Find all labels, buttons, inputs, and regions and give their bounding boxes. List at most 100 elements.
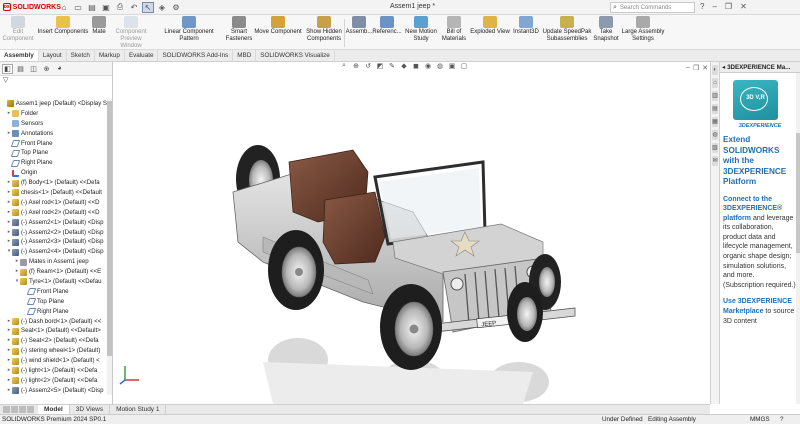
tree-node[interactable]: ▸ (-) Assem2<5> (Default) <Disp: [0, 386, 107, 395]
first-tab-icon[interactable]: [3, 406, 10, 413]
tree-node[interactable]: Top Plane: [0, 148, 107, 158]
display-manager-tab-icon[interactable]: ◕: [54, 64, 65, 74]
minimize-icon[interactable]: –: [712, 2, 716, 11]
tree-node[interactable]: ▸ (-) Dash bord<1> (Default) <<: [0, 317, 107, 327]
tree-node[interactable]: Front Plane: [0, 287, 107, 297]
dimxpert-tab-icon[interactable]: ⊕: [41, 64, 52, 74]
tree-node[interactable]: ▸ (-) Axel rod<1> (Default) <<D: [0, 198, 107, 208]
rebuild-icon[interactable]: ◈: [156, 2, 168, 13]
tree-node[interactable]: Right Plane: [0, 307, 107, 317]
tree-node[interactable]: ▸ (-) light<1> (Default) <<Defa: [0, 366, 107, 376]
tree-node[interactable]: Origin: [0, 168, 107, 178]
tree-node[interactable]: ▸ Annotations: [0, 129, 107, 139]
property-manager-tab-icon[interactable]: ▤: [15, 64, 26, 74]
tab-mbd[interactable]: MBD: [233, 50, 257, 61]
task-pane-scrollbar[interactable]: [796, 73, 800, 404]
edit-component-button[interactable]: Edit Component: [2, 16, 34, 43]
smart-fasteners-button[interactable]: Smart Fasteners: [226, 16, 252, 43]
tree-node[interactable]: ▾ Tyre<1> (Default) <<Defau: [0, 277, 107, 287]
solidworks-forum-tab-icon[interactable]: ✉: [712, 156, 718, 166]
linear-pattern-button[interactable]: Linear Component Pattern: [154, 16, 224, 43]
new-document-icon[interactable]: ▭: [72, 2, 84, 13]
tree-scrollbar[interactable]: [107, 99, 112, 395]
filter-icon[interactable]: ▽: [0, 76, 112, 87]
tree-node[interactable]: Sensors: [0, 119, 107, 129]
select-icon[interactable]: ↖: [142, 1, 154, 13]
prev-tab-icon[interactable]: [11, 406, 18, 413]
tree-node[interactable]: ▸ (-) Assem2<3> (Default) <Disp: [0, 237, 107, 247]
tab-model[interactable]: Model: [38, 404, 70, 415]
tab-3d-views[interactable]: 3D Views: [70, 404, 111, 415]
view-palette-tab-icon[interactable]: ▦: [712, 117, 718, 127]
tree-node[interactable]: Right Plane: [0, 158, 107, 168]
tab-layout[interactable]: Layout: [39, 50, 67, 61]
tree-node[interactable]: ▸ (-) Axel rod<2> (Default) <<D: [0, 208, 107, 218]
tab-motion-study-1[interactable]: Motion Study 1: [110, 404, 167, 415]
save-icon[interactable]: ▣: [100, 2, 112, 13]
undo-icon[interactable]: ↶: [128, 2, 140, 13]
3dexperience-tab-icon[interactable]: ◐: [712, 65, 718, 75]
tab-solidworks-visualize[interactable]: SOLIDWORKS Visualize: [256, 50, 335, 61]
open-icon[interactable]: ▤: [86, 2, 98, 13]
tree-node[interactable]: Assem1 jeep (Default) <Display S: [0, 99, 107, 109]
graphics-area[interactable]: ⌕ ⊕ ↺ ◩ ✎ ◆ ◼ ◉ ◍ ▣ ▢ – ❐ ✕ JEEP: [113, 62, 710, 404]
tree-node[interactable]: ▸ Mates in Assem1 jeep: [0, 257, 107, 267]
tree-node[interactable]: ▸ chesis<1> (Default) <<Default: [0, 188, 107, 198]
next-tab-icon[interactable]: [19, 406, 26, 413]
tree-node[interactable]: Front Plane: [0, 139, 107, 149]
solidworks-resources-tab-icon[interactable]: ⌂: [712, 78, 718, 88]
tree-node[interactable]: Top Plane: [0, 297, 107, 307]
feature-manager-tab-icon[interactable]: ◧: [2, 63, 13, 74]
status-help-icon[interactable]: ?: [780, 415, 784, 424]
instant3d-button[interactable]: Instant3D: [512, 16, 540, 36]
search-commands-input[interactable]: ⌕ Search Commands: [610, 2, 695, 13]
tree-node[interactable]: ▸ Folder: [0, 109, 107, 119]
insert-components-button[interactable]: Insert Components: [37, 16, 89, 36]
take-snapshot-button[interactable]: Take Snapshot: [593, 16, 619, 43]
reference-geometry-button[interactable]: Referenc...: [372, 16, 402, 36]
tab-solidworks-addins[interactable]: SOLIDWORKS Add-Ins: [158, 50, 234, 61]
show-hidden-components-button[interactable]: Show Hidden Components: [305, 16, 343, 43]
close-icon[interactable]: ✕: [740, 2, 747, 11]
component-preview-button[interactable]: Component Preview Window: [109, 16, 153, 50]
tree-node[interactable]: ▸ (-) light<2> (Default) <<Defa: [0, 376, 107, 386]
appearances-tab-icon[interactable]: ◍: [712, 130, 718, 140]
new-motion-study-button[interactable]: New Motion Study: [404, 16, 438, 43]
file-explorer-tab-icon[interactable]: ▤: [712, 104, 718, 114]
tab-markup[interactable]: Markup: [95, 50, 125, 61]
home-icon[interactable]: ⌂: [58, 2, 70, 13]
tree-node[interactable]: ▸ (-) stering wheel<1> (Default): [0, 346, 107, 356]
options-icon[interactable]: ⚙: [170, 2, 182, 13]
jeep-3d-model[interactable]: JEEP: [113, 62, 710, 404]
help-icon[interactable]: ?: [700, 2, 704, 11]
tree-node[interactable]: ▸ (f) Body<1> (Default) <<Defa: [0, 178, 107, 188]
tree-node[interactable]: ▾ (-) Assem2<4> (Default) <Disp: [0, 247, 107, 257]
update-speedpak-button[interactable]: Update SpeedPak Subassemblies: [542, 16, 592, 43]
move-component-button[interactable]: Move Component: [254, 16, 302, 36]
tree-node[interactable]: ▸ (f) Ream<1> (Default) <<E: [0, 267, 107, 277]
mate-button[interactable]: Mate: [90, 16, 108, 36]
tab-evaluate[interactable]: Evaluate: [125, 50, 159, 61]
solidworks-logo[interactable]: ᴅs SOLIDWORKS: [0, 3, 61, 11]
tab-assembly[interactable]: Assembly: [0, 50, 39, 61]
assembly-features-button[interactable]: Assemb...: [346, 16, 372, 36]
print-icon[interactable]: ⎙: [114, 2, 126, 13]
tree-node[interactable]: ▸ (-) Assem2<1> (Default) <Disp: [0, 218, 107, 228]
exploded-view-button[interactable]: Exploded View: [470, 16, 510, 36]
large-assembly-settings-button[interactable]: Large Assembly Settings: [620, 16, 666, 43]
tree-node[interactable]: ▸ (-) Seat<2> (Default) <<Defa: [0, 336, 107, 346]
last-tab-icon[interactable]: [27, 406, 34, 413]
tab-sketch[interactable]: Sketch: [67, 50, 95, 61]
tree-node[interactable]: ▸ (-) Assem2<2> (Default) <Disp: [0, 228, 107, 238]
task-pane-pin-icon[interactable]: ◂: [722, 64, 725, 71]
design-library-tab-icon[interactable]: ▥: [712, 91, 718, 101]
tree-scrollbar-thumb[interactable]: [107, 101, 112, 356]
status-units[interactable]: MMGS: [750, 415, 770, 424]
configuration-manager-tab-icon[interactable]: ◫: [28, 64, 39, 74]
restore-icon[interactable]: ❐: [725, 2, 732, 11]
tree-node[interactable]: ▸ (-) wind shield<1> (Default) <: [0, 356, 107, 366]
task-pane-scrollbar-thumb[interactable]: [796, 133, 800, 253]
tree-node[interactable]: ▸ Seat<1> (Default) <<Default>: [0, 326, 107, 336]
custom-properties-tab-icon[interactable]: ▧: [712, 143, 718, 153]
bill-of-materials-button[interactable]: Bill of Materials: [441, 16, 467, 43]
